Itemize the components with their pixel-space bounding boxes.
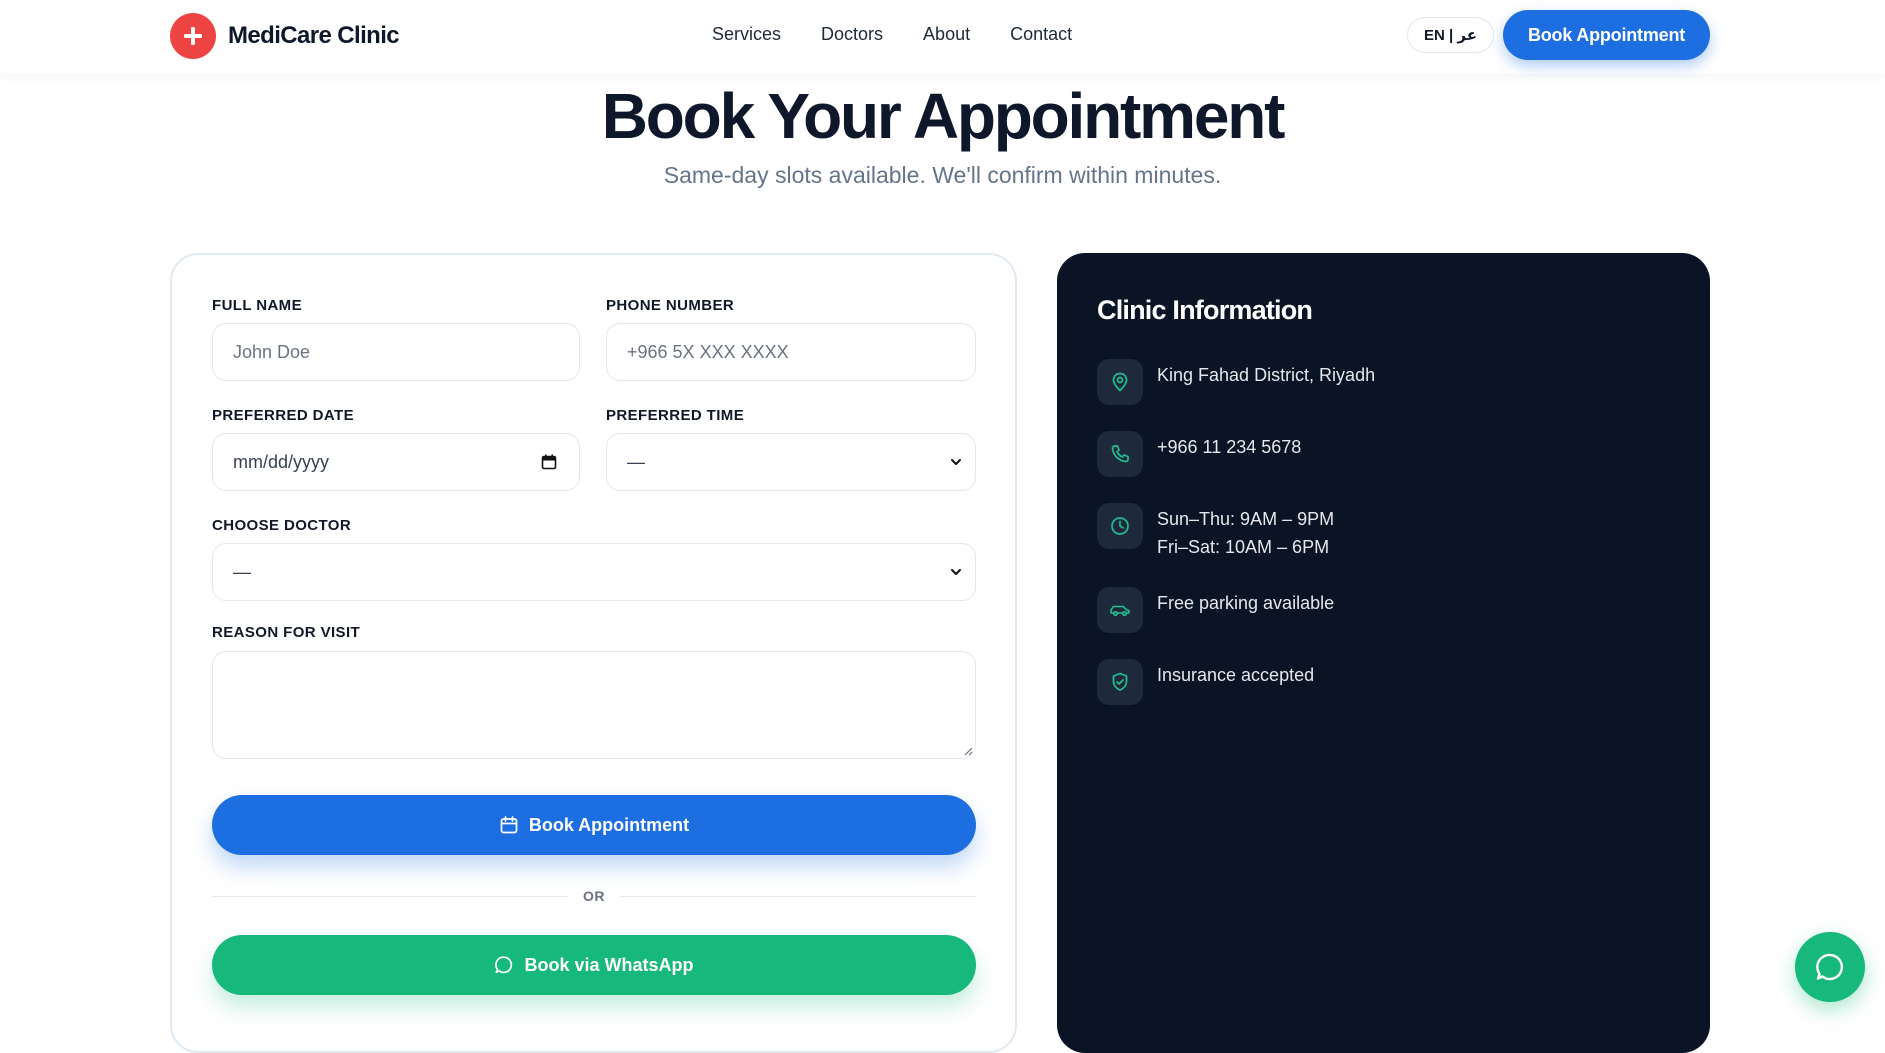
calendar-icon [500, 816, 518, 834]
hours-weekend-text: Fri–Sat: 10AM – 6PM [1157, 537, 1330, 557]
insurance-text: Insurance accepted [1157, 665, 1315, 685]
calendar-icon[interactable] [541, 454, 557, 470]
chat-bubble-icon [1816, 953, 1843, 981]
page-subtitle: Same-day slots available. We'll confirm … [663, 162, 1222, 188]
resize-handle-icon[interactable] [963, 746, 973, 756]
chat-bubble-icon [495, 956, 513, 974]
reason-label: REASON FOR VISIT [212, 624, 361, 641]
book-appointment-button[interactable]: Book Appointment [212, 795, 976, 855]
hours-weekday-text: Sun–Thu: 9AM – 9PM [1157, 509, 1335, 529]
nav-link-services[interactable]: Services [712, 24, 781, 45]
site-header: MediCare Clinic Services Doctors About C… [0, 0, 1885, 74]
phone-label: PHONE NUMBER [606, 297, 735, 314]
phone-placeholder: +966 5X XXX XXXX [627, 341, 789, 362]
phone-icon [1097, 431, 1143, 477]
book-via-whatsapp-button[interactable]: Book via WhatsApp [212, 935, 976, 995]
whatsapp-label: Book via WhatsApp [524, 954, 694, 975]
nav-link-doctors[interactable]: Doctors [821, 24, 883, 45]
full-name-input[interactable]: John Doe [212, 323, 580, 381]
brand[interactable]: MediCare Clinic [170, 13, 400, 59]
address-text: King Fahad District, Riyadh [1157, 365, 1376, 385]
clinic-info-title: Clinic Information [1097, 295, 1313, 325]
parking-text: Free parking available [1157, 593, 1335, 613]
time-label: PREFERRED TIME [606, 407, 745, 424]
shield-check-icon [1097, 659, 1143, 705]
full-name-label: FULL NAME [212, 297, 302, 314]
page-title: Book Your Appointment [601, 80, 1286, 152]
doctor-select[interactable]: — [212, 543, 976, 601]
chevron-down-icon [949, 455, 963, 469]
nav-link-contact[interactable]: Contact [1010, 24, 1072, 45]
location-pin-icon [1097, 359, 1143, 405]
car-icon [1097, 587, 1143, 633]
doctor-select-value: — [233, 561, 251, 582]
date-input[interactable]: mm/dd/yyyy [212, 433, 580, 491]
full-name-placeholder: John Doe [233, 341, 311, 362]
reason-textarea[interactable] [212, 651, 976, 759]
clock-icon [1097, 503, 1143, 549]
time-select[interactable]: — [606, 433, 976, 491]
language-toggle[interactable]: EN | عر [1407, 17, 1494, 53]
booking-form: FULL NAME John Doe PHONE NUMBER +966 5X … [170, 253, 1017, 1053]
main-nav: Services Doctors About Contact [712, 24, 1072, 45]
header-book-appointment-button[interactable]: Book Appointment [1503, 10, 1710, 60]
date-label: PREFERRED DATE [212, 407, 354, 424]
nav-link-about[interactable]: About [923, 24, 970, 45]
chat-button[interactable] [1795, 932, 1865, 1002]
date-placeholder: mm/dd/yyyy [233, 451, 330, 472]
phone-number-text[interactable]: +966 11 234 5678 [1157, 433, 1301, 461]
brand-name: MediCare Clinic [228, 22, 400, 49]
chevron-down-icon [949, 565, 963, 579]
or-label: OR [583, 888, 605, 904]
doctor-label: CHOOSE DOCTOR [212, 517, 352, 534]
clinic-info-card: Clinic Information King Fahad District, … [1057, 253, 1710, 1053]
plus-icon [170, 13, 216, 59]
or-divider: OR [212, 887, 976, 907]
book-appointment-label: Book Appointment [528, 814, 690, 835]
time-select-value: — [627, 451, 645, 472]
phone-input[interactable]: +966 5X XXX XXXX [606, 323, 976, 381]
